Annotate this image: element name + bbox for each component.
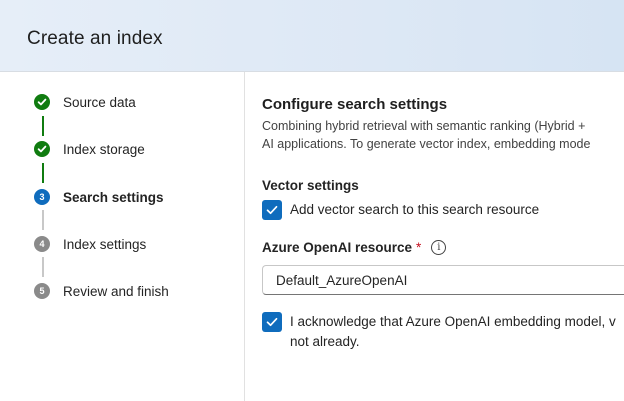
step-connector xyxy=(41,210,44,230)
step-index-storage[interactable]: Index storage xyxy=(34,139,145,159)
step-number-badge: 5 xyxy=(34,283,50,299)
wizard-steps: Source data Index storage 3 Search setti… xyxy=(0,72,245,401)
checkmark-icon xyxy=(34,94,50,110)
dropdown-selected-value: Default_AzureOpenAI xyxy=(276,272,408,288)
step-number-badge: 3 xyxy=(34,189,50,205)
step-connector xyxy=(41,116,44,136)
acknowledge-checkbox[interactable] xyxy=(262,312,282,332)
step-review-and-finish[interactable]: 5 Review and finish xyxy=(34,281,169,301)
vector-search-checkbox-row[interactable]: Add vector search to this search resourc… xyxy=(262,200,539,220)
checkmark-icon xyxy=(266,205,278,215)
dialog-header: Create an index xyxy=(0,0,624,72)
acknowledge-text-line: I acknowledge that Azure OpenAI embeddin… xyxy=(290,314,616,329)
step-label: Index settings xyxy=(63,236,147,252)
step-label: Index storage xyxy=(63,141,145,157)
description-line: Combining hybrid retrieval with semantic… xyxy=(262,119,586,133)
step-source-data[interactable]: Source data xyxy=(34,92,136,112)
description-line: AI applications. To generate vector inde… xyxy=(262,137,591,151)
step-label: Search settings xyxy=(63,189,164,205)
step-connector xyxy=(41,257,44,277)
acknowledge-checkbox-row[interactable]: I acknowledge that Azure OpenAI embeddin… xyxy=(262,312,616,352)
vector-search-checkbox-label: Add vector search to this search resourc… xyxy=(290,202,540,217)
step-label: Review and finish xyxy=(63,283,169,299)
step-number-badge: 4 xyxy=(34,236,50,252)
page-title: Create an index xyxy=(27,28,163,49)
checkmark-icon xyxy=(266,317,278,327)
acknowledge-text-line: not already. xyxy=(290,334,360,349)
section-title: Configure search settings xyxy=(262,96,448,113)
info-icon[interactable]: i xyxy=(431,240,447,255)
step-connector xyxy=(41,163,44,183)
acknowledge-checkbox-label: I acknowledge that Azure OpenAI embeddin… xyxy=(290,312,616,352)
field-label-text: Azure OpenAI resource xyxy=(262,240,413,255)
checkmark-icon xyxy=(34,141,50,157)
main-content: Configure search settings Combining hybr… xyxy=(262,72,624,401)
azure-openai-resource-label: Azure OpenAI resource * i xyxy=(262,240,447,255)
step-search-settings[interactable]: 3 Search settings xyxy=(34,187,164,207)
vector-settings-heading: Vector settings xyxy=(262,178,359,193)
step-label: Source data xyxy=(63,94,136,110)
vector-search-checkbox[interactable] xyxy=(262,200,282,220)
step-index-settings[interactable]: 4 Index settings xyxy=(34,234,146,254)
azure-openai-resource-dropdown[interactable]: Default_AzureOpenAI xyxy=(262,265,624,295)
required-marker: * xyxy=(416,240,422,255)
